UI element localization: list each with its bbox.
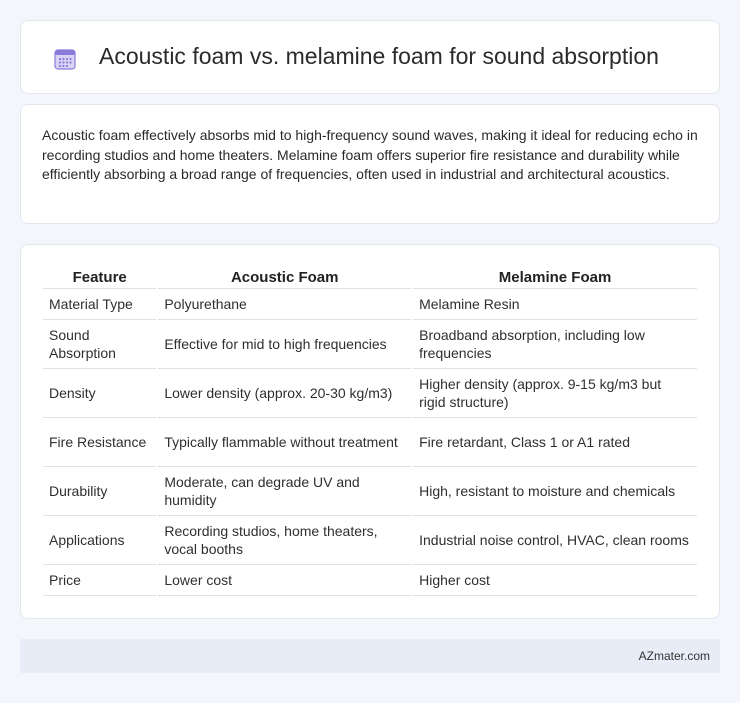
table-cell: Higher cost: [413, 565, 697, 596]
table-cell: Higher density (approx. 9-15 kg/m3 but r…: [413, 369, 697, 418]
comparison-card: Feature Acoustic Foam Melamine Foam Mate…: [20, 244, 720, 619]
table-cell: Moderate, can degrade UV and humidity: [158, 467, 412, 516]
table-row: Material Type Polyurethane Melamine Resi…: [43, 289, 697, 320]
table-cell: High, resistant to moisture and chemical…: [413, 467, 697, 516]
table-row: Sound Absorption Effective for mid to hi…: [43, 320, 697, 369]
intro-card: Acoustic foam effectively absorbs mid to…: [20, 104, 720, 224]
table-cell: Applications: [43, 516, 157, 565]
table-row: Price Lower cost Higher cost: [43, 565, 697, 596]
table-cell: Durability: [43, 467, 157, 516]
header-feature: Feature: [43, 267, 157, 289]
table-cell: Industrial noise control, HVAC, clean ro…: [413, 516, 697, 565]
table-row: Applications Recording studios, home the…: [43, 516, 697, 565]
table-row: Fire Resistance Typically flammable with…: [43, 418, 697, 467]
table-cell: Typically flammable without treatment: [158, 418, 412, 467]
page-title: Acoustic foam vs. melamine foam for soun…: [99, 43, 659, 69]
table-cell: Density: [43, 369, 157, 418]
table-cell: Broadband absorption, including low freq…: [413, 320, 697, 369]
comparison-table: Feature Acoustic Foam Melamine Foam Mate…: [41, 267, 699, 596]
footer: AZmater.com: [20, 639, 720, 673]
table-cell: Effective for mid to high frequencies: [158, 320, 412, 369]
table-cell: Fire Resistance: [43, 418, 157, 467]
table-cell: Sound Absorption: [43, 320, 157, 369]
table-cell: Fire retardant, Class 1 or A1 rated: [413, 418, 697, 467]
table-header-row: Feature Acoustic Foam Melamine Foam: [43, 267, 697, 289]
table-cell: Lower density (approx. 20-30 kg/m3): [158, 369, 412, 418]
table-cell: Price: [43, 565, 157, 596]
calendar-icon: [54, 49, 76, 70]
table-row: Durability Moderate, can degrade UV and …: [43, 467, 697, 516]
table-cell: Melamine Resin: [413, 289, 697, 320]
table-cell: Polyurethane: [158, 289, 412, 320]
table-cell: Material Type: [43, 289, 157, 320]
intro-paragraph: Acoustic foam effectively absorbs mid to…: [42, 127, 698, 182]
header-acoustic-foam: Acoustic Foam: [158, 267, 412, 289]
table-cell: Lower cost: [158, 565, 412, 596]
table-row: Density Lower density (approx. 20-30 kg/…: [43, 369, 697, 418]
header-card: Acoustic foam vs. melamine foam for soun…: [20, 20, 720, 94]
footer-site-link[interactable]: AZmater.com: [639, 649, 710, 663]
table-cell: Recording studios, home theaters, vocal …: [158, 516, 412, 565]
header-melamine-foam: Melamine Foam: [413, 267, 697, 289]
